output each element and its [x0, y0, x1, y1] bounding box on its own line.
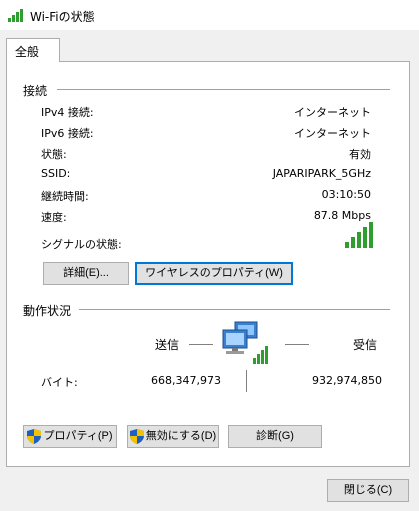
- details-button[interactable]: 詳細(E)...: [43, 262, 129, 285]
- signal-bar: [357, 232, 361, 248]
- bytes-received-value: 932,974,850: [312, 374, 382, 387]
- properties-button[interactable]: プロパティ(P): [23, 425, 117, 448]
- disable-button-label: 無効にする(D): [145, 430, 217, 442]
- speed-label: 速度:: [41, 211, 67, 224]
- duration-label: 継続時間:: [41, 190, 89, 203]
- diagnose-button[interactable]: 診断(G): [228, 425, 322, 448]
- network-computers-icon: [222, 321, 268, 364]
- signal-quality-label: シグナルの状態:: [41, 238, 122, 251]
- bytes-divider: [246, 370, 247, 392]
- connection-section-title: 接続: [23, 84, 48, 98]
- sent-label: 送信: [155, 338, 180, 352]
- activity-section-title: 動作状況: [23, 304, 72, 318]
- window-title: Wi-Fiの状態: [30, 10, 95, 24]
- ipv6-label: IPv6 接続:: [41, 127, 94, 140]
- received-line: [285, 344, 309, 345]
- signal-bar: [369, 222, 373, 248]
- uac-shield-icon: [27, 428, 42, 444]
- disable-button[interactable]: 無効にする(D): [127, 425, 219, 448]
- ssid-label: SSID:: [41, 167, 71, 180]
- signal-bar: [351, 237, 355, 248]
- signal-bar: [345, 242, 349, 248]
- wifi-signal-icon: [8, 9, 23, 22]
- ipv6-value: インターネット: [294, 127, 371, 140]
- sent-line: [189, 344, 213, 345]
- ipv4-value: インターネット: [294, 106, 371, 119]
- general-panel: 接続 IPv4 接続: インターネット IPv6 接続: インターネット 状態:…: [6, 61, 410, 467]
- tab-general-label: 全般: [15, 45, 40, 59]
- received-label: 受信: [353, 338, 378, 352]
- wireless-properties-button[interactable]: ワイヤレスのプロパティ(W): [135, 262, 293, 285]
- bytes-label: バイト:: [41, 376, 78, 389]
- speed-value: 87.8 Mbps: [313, 209, 371, 222]
- signal-strength-icon: [345, 222, 373, 248]
- close-button[interactable]: 閉じる(C): [327, 479, 409, 502]
- bytes-sent-value: 668,347,973: [151, 374, 221, 387]
- title-bar: Wi-Fiの状態: [0, 0, 419, 30]
- properties-button-label: プロパティ(P): [43, 430, 113, 442]
- uac-shield-icon: [129, 428, 144, 444]
- state-value: 有効: [349, 148, 371, 161]
- activity-divider: [79, 309, 390, 310]
- connection-divider: [57, 89, 390, 90]
- ipv4-label: IPv4 接続:: [41, 106, 94, 119]
- signal-bar: [363, 227, 367, 248]
- ssid-value: JAPARIPARK_5GHz: [272, 167, 371, 180]
- tab-general[interactable]: 全般: [6, 38, 60, 62]
- state-label: 状態:: [41, 148, 67, 161]
- duration-value: 03:10:50: [321, 188, 371, 201]
